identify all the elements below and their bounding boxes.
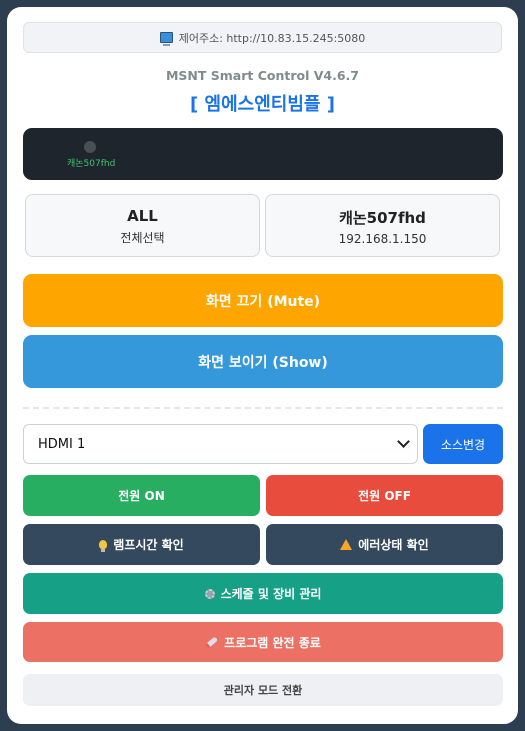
device-card-canon[interactable]: 캐논507fhd 192.168.1.150 (265, 194, 500, 257)
lightbulb-icon (99, 540, 108, 552)
power-on-button[interactable]: 전원 ON (23, 475, 260, 516)
lamp-time-button[interactable]: 램프시간 확인 (23, 524, 260, 565)
warning-icon (340, 539, 353, 550)
computer-icon (159, 32, 173, 46)
control-panel: 제어주소: http://10.83.15.245:5080 MSNT Smar… (7, 7, 518, 724)
divider (23, 407, 503, 409)
exit-program-button[interactable]: 프로그램 완전 종료 (23, 622, 503, 662)
version-title: MSNT Smart Control V4.6.7 (165, 68, 360, 83)
device-monitor: 캐논507fhd (23, 128, 503, 180)
lamp-time-label: 램프시간 확인 (113, 538, 184, 552)
device-select-all[interactable]: ALL 전체선택 (25, 194, 260, 257)
brand-title: [ 엠에스엔티빔플 ] (190, 94, 335, 115)
error-status-button[interactable]: 에러상태 확인 (266, 524, 503, 565)
source-selected-value: HDMI 1 (38, 436, 86, 452)
power-off-button[interactable]: 전원 OFF (266, 475, 503, 516)
control-address-bar: 제어주소: http://10.83.15.245:5080 (23, 22, 502, 53)
device-ip: 192.168.1.150 (338, 232, 427, 246)
device-status-dot (84, 141, 96, 153)
device-monitor-label: 캐논507fhd (67, 159, 116, 169)
gear-icon (204, 588, 215, 599)
device-name: 캐논507fhd (339, 209, 426, 227)
rocket-icon (205, 635, 219, 649)
exit-program-label: 프로그램 완전 종료 (224, 635, 321, 650)
control-address-text: 제어주소: http://10.83.15.245:5080 (178, 31, 366, 45)
error-status-label: 에러상태 확인 (358, 538, 429, 552)
show-button[interactable]: 화면 보이기 (Show) (23, 335, 503, 388)
source-select[interactable]: HDMI 1 (23, 424, 418, 464)
mute-button[interactable]: 화면 끄기 (Mute) (23, 274, 503, 327)
schedule-button[interactable]: 스케줄 및 장비 관리 (23, 573, 503, 614)
device-sub: 전체선택 (120, 231, 165, 245)
device-name: ALL (127, 207, 158, 225)
schedule-label: 스케줄 및 장비 관리 (220, 587, 322, 601)
chevron-down-icon (397, 435, 410, 448)
source-change-button[interactable]: 소스변경 (423, 424, 503, 464)
admin-mode-button[interactable]: 관리자 모드 전환 (23, 674, 503, 706)
